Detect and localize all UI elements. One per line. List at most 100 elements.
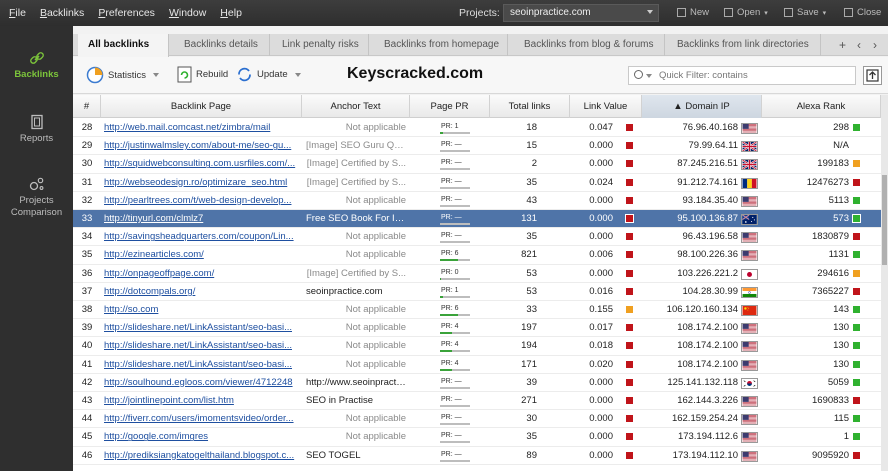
backlink-page-link[interactable]: http://slideshare.net/LinkAssistant/seo-… [104,337,301,355]
table-row[interactable]: 34 http://savingsheadquarters.com/coupon… [73,228,881,247]
pagerank-value: PR: 4 [441,341,459,349]
tab-all-backlinks[interactable]: All backlinks [78,34,169,57]
alexa-rank: 294616 [817,267,849,279]
backlink-page-link[interactable]: http://slideshare.net/LinkAssistant/seo-… [104,319,301,337]
rebuild-button[interactable]: Rebuild [177,66,228,83]
sidebar-item-backlinks[interactable]: Backlinks [0,50,73,81]
table-row[interactable]: 41 http://slideshare.net/LinkAssistant/s… [73,356,881,374]
column-header-backlink-page[interactable]: Backlink Page [101,95,302,118]
sidebar-item-reports[interactable]: Reports [0,114,73,145]
tab-backlinks-from-blog-forums[interactable]: Backlinks from blog & forums [514,34,665,56]
chevron-left-icon[interactable]: ‹ [857,38,861,52]
column-header-alexa-rank[interactable]: Alexa Rank [762,95,881,118]
table-row[interactable]: 46 http://prediksiangkatogelthailand.blo… [73,447,881,465]
row-number: 41 [81,358,93,370]
total-links: 89 [526,449,537,461]
sidebar-item-projects-comparison[interactable]: Projects Comparison [0,176,73,219]
pagerank-value: PR: 1 [441,286,459,294]
pagerank-fill [440,350,452,353]
country-flag-icon [741,414,758,426]
backlink-page-link[interactable]: http://web.mail.comcast.net/zimbra/mail [104,119,301,137]
table-row[interactable]: 40 http://slideshare.net/LinkAssistant/s… [73,337,881,356]
table-row[interactable]: 39 http://slideshare.net/LinkAssistant/s… [73,319,881,338]
backlink-page-link[interactable]: http://dotcompals.org/ [104,283,301,301]
pagerank-value: PR: 6 [441,250,459,258]
backlink-page-link[interactable]: http://prediksiangkatogelthailand.blogsp… [104,447,301,465]
open-button[interactable]: Open ▾ [724,7,768,18]
total-links: 18 [526,122,537,133]
table-row[interactable]: 28 http://web.mail.comcast.net/zimbra/ma… [73,119,881,138]
tab-link-penalty-risks[interactable]: Link penalty risks [272,34,369,56]
table-row[interactable]: 38 http://so.com Not applicable PR: 6 33… [73,301,881,320]
column-header-domain-ip-label: Domain IP [685,101,730,112]
project-select[interactable]: seoinpractice.com [503,4,659,22]
pagerank-value: PR: 6 [441,305,459,312]
backlink-page-link[interactable]: http://slideshare.net/LinkAssistant/seo-… [104,356,301,374]
link-value: 0.000 [589,395,613,406]
alexa-rank: 5059 [827,376,849,388]
alexa-rank: 1 [843,431,849,443]
column-header-domain-ip[interactable]: ▲ Domain IP [642,95,762,118]
table-row[interactable]: 29 http://justinwalmsley.com/about-me/se… [73,137,881,156]
scrollbar-thumb[interactable] [882,175,887,265]
link-value-indicator [626,360,633,368]
tab-bar: All backlinks Backlinks details Link pen… [73,34,888,57]
menu-item-backlinks[interactable]: Backlinks [40,7,84,19]
backlink-page-link[interactable]: http://savingsheadquarters.com/coupon/Li… [104,228,301,246]
close-button[interactable]: Close [844,7,881,18]
update-button[interactable]: Update [236,66,301,83]
pagerank-value: PR: 4 [441,323,459,331]
backlink-page-link[interactable]: http://pearltrees.com/t/web-design-devel… [104,192,301,210]
backlink-page-link[interactable]: http://ezinearticles.com/ [104,246,301,264]
table-row[interactable]: 44 http://fiverr.com/users/imomentsvideo… [73,410,881,429]
backlink-page-link[interactable]: http://squidwebconsulting.com.usrfiles.c… [104,155,301,173]
add-tab-icon[interactable]: + [839,38,846,52]
menu-item-window[interactable]: Window [169,7,206,19]
column-header-total-links[interactable]: Total links [490,95,570,118]
table-row[interactable]: 42 http://soulhound.egloos.com/viewer/47… [73,374,881,392]
alexa-rank: 298 [833,122,849,133]
tab-backlinks-from-link-directories[interactable]: Backlinks from link directories [667,34,821,56]
backlink-page-link[interactable]: http://webseodesign.ro/optimizare_seo.ht… [104,174,301,192]
table-row[interactable]: 31 http://webseodesign.ro/optimizare_seo… [73,174,881,192]
column-header-link-value[interactable]: Link Value [570,95,642,118]
export-button[interactable] [863,66,882,85]
table-row[interactable]: 35 http://ezinearticles.com/ Not applica… [73,246,881,265]
table-row[interactable]: 45 http://google.com/imgres Not applicab… [73,428,881,447]
table-header: # Backlink Page Anchor Text Page PR Tota… [73,95,881,118]
backlink-page-link[interactable]: http://jointlinepoint.com/list.htm [104,392,301,410]
backlink-page-link[interactable]: http://fiverr.com/users/imomentsvideo/or… [104,410,301,428]
backlink-page-link[interactable]: http://google.com/imgres [104,428,301,446]
save-button[interactable]: Save ▾ [784,7,826,18]
table-row[interactable]: 32 http://pearltrees.com/t/web-design-de… [73,192,881,210]
menu-item-help[interactable]: Help [220,7,242,19]
table-row[interactable]: 37 http://dotcompals.org/ seoinpractice.… [73,283,881,301]
row-number: 35 [81,249,93,261]
column-header-anchor-text[interactable]: Anchor Text [302,95,410,118]
menu-item-file[interactable]: File [9,7,26,19]
backlink-page-link[interactable]: http://justinwalmsley.com/about-me/seo-g… [104,137,301,155]
new-button[interactable]: New [677,7,709,18]
column-header-page-pr[interactable]: Page PR [410,95,490,118]
quick-filter-input[interactable]: Quick Filter: contains [628,66,856,85]
chevron-right-icon[interactable]: › [873,38,877,52]
table-row[interactable]: 36 http://onpageoffpage.com/ [Image] Cer… [73,265,881,283]
alexa-rank-indicator [853,397,860,404]
table-row[interactable]: 33 http://tinyurl.com/clmlz7 Free SEO Bo… [73,210,881,229]
backlink-page-link[interactable]: http://tinyurl.com/clmlz7 [104,210,301,228]
backlink-page-link[interactable]: http://onpageoffpage.com/ [104,265,301,283]
backlink-page-link[interactable]: http://soulhound.egloos.com/viewer/47122… [104,374,301,392]
column-header-number[interactable]: # [73,95,101,118]
vertical-scrollbar[interactable] [881,95,888,471]
table-row[interactable]: 30 http://squidwebconsulting.com.usrfile… [73,155,881,174]
tab-backlinks-from-homepage[interactable]: Backlinks from homepage [374,34,508,56]
alexa-rank: 12476273 [806,176,849,188]
backlink-page-link[interactable]: http://so.com [104,301,301,319]
pagerank-fill [440,368,452,371]
pagerank-value: PR: — [441,195,462,203]
table-row[interactable]: 43 http://jointlinepoint.com/list.htm SE… [73,392,881,411]
statistics-button[interactable]: Statistics [86,66,160,84]
tab-backlinks-details[interactable]: Backlinks details [174,34,270,56]
menu-item-preferences[interactable]: Preferences [98,7,155,19]
pagerank-value: PR: — [441,414,462,422]
